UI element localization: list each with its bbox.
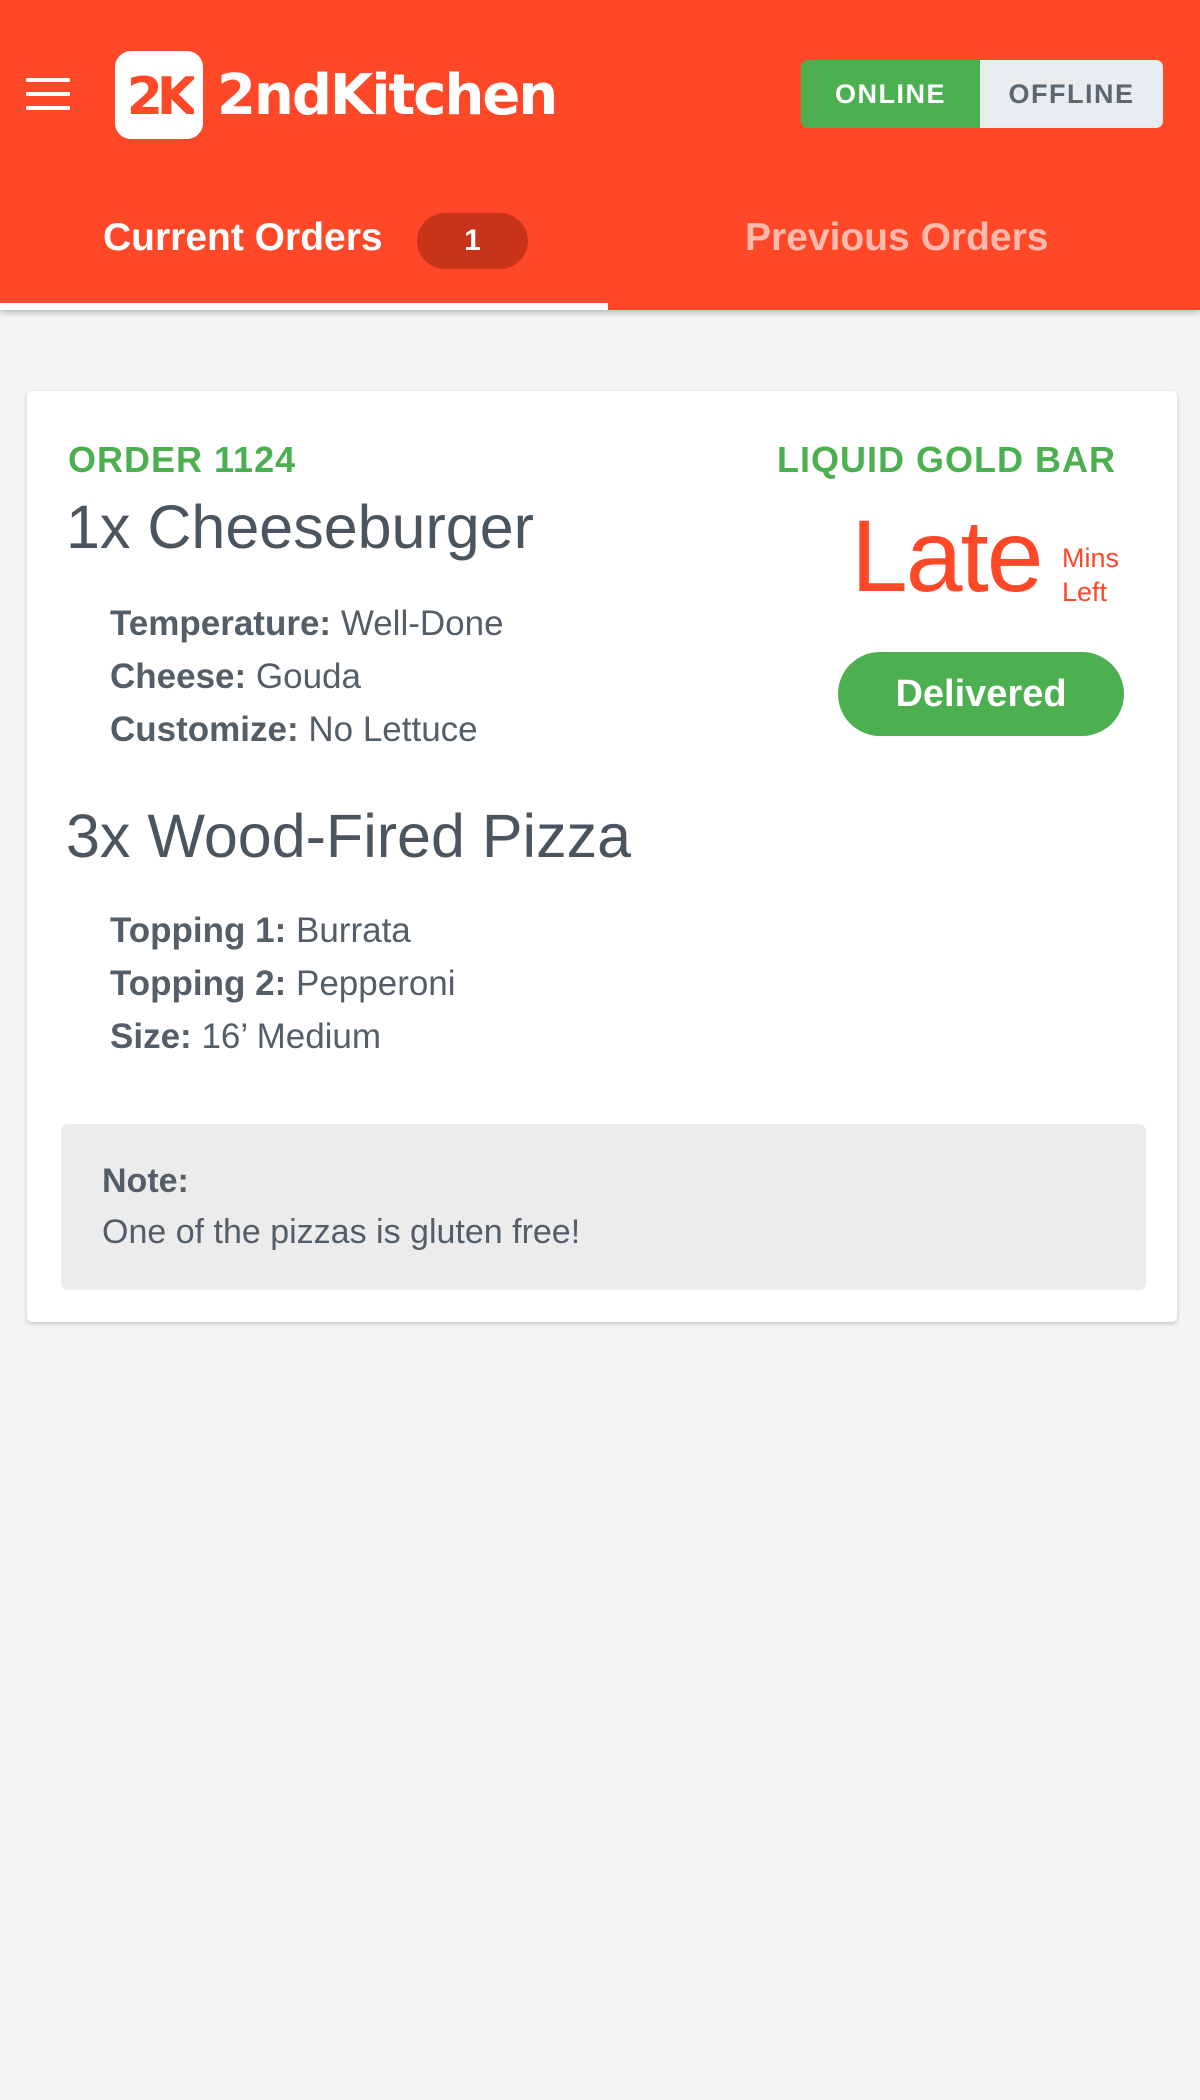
hamburger-menu-icon[interactable] [22,74,76,116]
order-note: Note: One of the pizzas is gluten free! [61,1124,1146,1290]
time-unit-line1: Mins [1062,543,1120,573]
item-modifier: Size: 16’ Medium [110,1017,381,1057]
tab-previous-orders[interactable]: Previous Orders [608,190,1200,310]
modifier-name: Customize: [110,710,299,749]
item-modifier: Temperature: Well-Done [110,604,504,644]
note-label: Note: [102,1162,189,1200]
item-modifier: Cheese: Gouda [110,657,361,697]
item-modifier: Topping 2: Pepperoni [110,964,456,1004]
time-unit-label: Mins Left [1062,541,1119,609]
note-text: One of the pizzas is gluten free! [102,1213,581,1251]
modifier-value: No Lettuce [308,710,478,749]
tab-current-orders[interactable]: Current Orders 1 [0,190,608,310]
current-orders-count-badge: 1 [417,213,528,269]
modifier-value: Well-Done [340,604,504,643]
brand-name: 2ndKitchen [217,62,558,128]
brand-logo: 2K 2ndKitchen [115,50,558,140]
modifier-name: Topping 1: [110,911,287,950]
tab-previous-orders-label: Previous Orders [745,216,1049,259]
logo-mark-text: 2K [127,67,194,125]
time-unit-line2: Left [1062,577,1108,607]
online-toggle-button[interactable]: ONLINE [801,60,980,128]
order-number: ORDER 1124 [68,439,297,480]
modifier-value: 16’ Medium [201,1017,382,1056]
delivered-button[interactable]: Delivered [838,652,1124,736]
modifier-value: Burrata [295,911,411,950]
order-time-status: Late [851,499,1044,613]
order-item-title: 3x Wood-Fired Pizza [66,802,632,870]
item-modifier: Topping 1: Burrata [110,911,411,951]
order-card: ORDER 1124 LIQUID GOLD BAR 1x Cheeseburg… [27,391,1177,1322]
app-header: 2K 2ndKitchen ONLINE OFFLINE Current Ord… [0,0,1200,310]
venue-name: LIQUID GOLD BAR [777,439,1116,480]
active-tab-indicator [0,303,608,310]
logo-mark-icon: 2K [115,51,203,139]
modifier-value: Pepperoni [295,964,456,1003]
modifier-name: Cheese: [110,657,247,696]
modifier-name: Topping 2: [110,964,287,1003]
modifier-value: Gouda [255,657,361,696]
modifier-name: Temperature: [110,604,332,643]
modifier-name: Size: [110,1017,192,1056]
online-status-toggle[interactable]: ONLINE OFFLINE [801,60,1163,128]
offline-toggle-button[interactable]: OFFLINE [980,60,1163,128]
tab-current-orders-label: Current Orders [103,216,383,259]
item-modifier: Customize: No Lettuce [110,710,478,750]
order-item-title: 1x Cheeseburger [66,493,534,561]
